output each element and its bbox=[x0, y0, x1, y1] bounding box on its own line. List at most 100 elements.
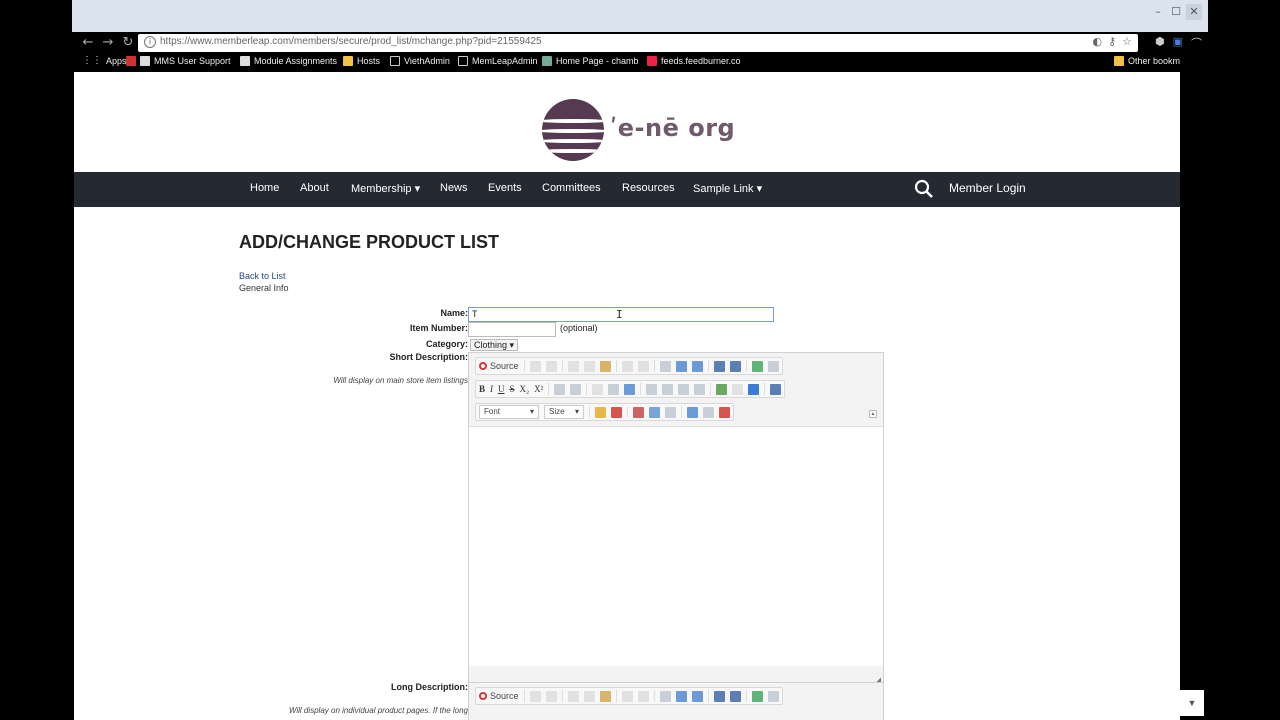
special-char-icon[interactable] bbox=[687, 406, 698, 418]
address-bar[interactable]: i https://www.memberleap.com/members/sec… bbox=[138, 34, 1138, 52]
nav-membership[interactable]: Membership ▾ bbox=[351, 182, 420, 195]
paste-icon[interactable] bbox=[599, 690, 611, 702]
div-icon[interactable] bbox=[633, 406, 644, 418]
category-select[interactable]: Clothing ▾ bbox=[470, 339, 519, 351]
align-right-icon[interactable] bbox=[678, 383, 690, 395]
select-all-icon[interactable] bbox=[713, 690, 725, 702]
new-page-icon[interactable] bbox=[545, 360, 557, 372]
indent-icon[interactable] bbox=[608, 383, 620, 395]
bookmark-feedburner[interactable]: feeds.feedburner.co bbox=[647, 56, 741, 66]
numbered-list-icon[interactable] bbox=[554, 383, 566, 395]
forward-arrow-icon[interactable]: → bbox=[100, 35, 116, 51]
nav-home[interactable]: Home bbox=[250, 182, 279, 194]
bookmark-memleapadmin[interactable]: MemLeapAdmin bbox=[458, 56, 538, 66]
image-icon[interactable] bbox=[729, 690, 741, 702]
align-left-icon[interactable] bbox=[646, 383, 658, 395]
nav-news[interactable]: News bbox=[440, 182, 468, 194]
info-icon[interactable]: i bbox=[144, 36, 156, 48]
key-icon[interactable]: ⚷ bbox=[1108, 35, 1116, 48]
nav-committees[interactable]: Committees bbox=[542, 182, 601, 194]
back-to-list-link[interactable]: Back to List bbox=[239, 271, 286, 281]
back-arrow-icon[interactable]: ← bbox=[80, 35, 96, 51]
logo-mark[interactable] bbox=[542, 99, 604, 161]
undo-icon[interactable] bbox=[621, 690, 633, 702]
close-button[interactable]: ✕ bbox=[1186, 4, 1202, 20]
show-blocks-icon[interactable] bbox=[767, 360, 779, 372]
strike-button[interactable]: S bbox=[510, 384, 515, 394]
horizontal-rule-icon[interactable] bbox=[665, 406, 676, 418]
source-button[interactable]: Source bbox=[479, 691, 519, 701]
collapse-toolbar-icon[interactable]: ▲ bbox=[869, 410, 877, 418]
image-icon[interactable] bbox=[729, 360, 741, 372]
redo-icon[interactable] bbox=[637, 360, 649, 372]
bookmark-hosts[interactable]: Hosts bbox=[343, 56, 380, 66]
styles-icon[interactable] bbox=[595, 406, 606, 418]
scroll-down-arrow-icon[interactable]: ▼ bbox=[1180, 690, 1204, 716]
nav-sample-link[interactable]: Sample Link ▾ bbox=[693, 182, 762, 195]
save-icon[interactable] bbox=[529, 690, 541, 702]
outdent-icon[interactable] bbox=[592, 383, 604, 395]
subscript-button[interactable]: X₂ bbox=[520, 384, 530, 394]
copy-icon[interactable] bbox=[583, 360, 595, 372]
bookmark-apps[interactable]: ⋮⋮ Apps bbox=[82, 56, 127, 67]
member-login-link[interactable]: Member Login bbox=[949, 181, 1026, 195]
font-dropdown[interactable]: Font ▾ bbox=[479, 405, 539, 419]
nav-about[interactable]: About bbox=[300, 182, 329, 194]
logo-text[interactable]: ʹe-nē org bbox=[610, 114, 735, 142]
blockquote-icon[interactable] bbox=[624, 383, 636, 395]
cut-icon[interactable] bbox=[567, 690, 579, 702]
select-all-icon[interactable] bbox=[713, 360, 725, 372]
extension-screen-icon[interactable]: ▣ bbox=[1173, 35, 1183, 51]
source-button[interactable]: Source bbox=[479, 361, 519, 371]
cut-icon[interactable] bbox=[567, 360, 579, 372]
short-description-content[interactable] bbox=[469, 426, 883, 666]
reload-icon[interactable]: ↻ bbox=[120, 35, 136, 51]
find-icon[interactable] bbox=[659, 690, 671, 702]
bookmark-viethadmin[interactable]: ViethAdmin bbox=[390, 56, 450, 66]
item-number-input[interactable] bbox=[468, 322, 556, 337]
spellcheck-icon[interactable] bbox=[691, 690, 703, 702]
address-url[interactable]: https://www.memberleap.com/members/secur… bbox=[160, 36, 542, 47]
link-icon[interactable] bbox=[716, 383, 728, 395]
maximize-button[interactable]: ☐ bbox=[1168, 4, 1184, 20]
anchor-flag-icon[interactable] bbox=[748, 383, 760, 395]
unlink-icon[interactable] bbox=[732, 383, 744, 395]
bookmark-module-assignments[interactable]: Module Assignments bbox=[240, 56, 337, 66]
show-blocks-icon[interactable] bbox=[767, 690, 779, 702]
undo-icon[interactable] bbox=[621, 360, 633, 372]
youtube-icon[interactable] bbox=[719, 406, 730, 418]
spellcheck-icon[interactable] bbox=[691, 360, 703, 372]
bookmark-home-page[interactable]: Home Page - chamb bbox=[542, 56, 639, 66]
replace-icon[interactable] bbox=[675, 360, 687, 372]
superscript-button[interactable]: X² bbox=[534, 384, 543, 394]
size-dropdown[interactable]: Size ▾ bbox=[544, 405, 584, 419]
template-icon[interactable] bbox=[770, 383, 782, 395]
bookmark-mms-user-support[interactable]: MMS User Support bbox=[126, 56, 231, 66]
star-icon[interactable]: ☆ bbox=[1122, 35, 1132, 48]
italic-button[interactable]: I bbox=[490, 384, 493, 394]
shield-icon[interactable]: ◐ bbox=[1092, 35, 1102, 48]
bookmark-other[interactable]: Other bookm bbox=[1114, 56, 1180, 66]
minimize-button[interactable]: – bbox=[1150, 4, 1166, 20]
table-icon[interactable] bbox=[611, 406, 622, 418]
maximize-icon[interactable] bbox=[751, 690, 763, 702]
nav-resources[interactable]: Resources bbox=[622, 182, 675, 194]
replace-icon[interactable] bbox=[675, 690, 687, 702]
extension-wave-icon[interactable]: ⌒ bbox=[1191, 35, 1202, 51]
new-page-icon[interactable] bbox=[545, 690, 557, 702]
redo-icon[interactable] bbox=[637, 690, 649, 702]
extension-hex-icon[interactable]: ⬢ bbox=[1155, 35, 1165, 51]
save-icon[interactable] bbox=[529, 360, 541, 372]
underline-button[interactable]: U bbox=[498, 384, 505, 394]
search-icon[interactable] bbox=[914, 179, 934, 199]
bulleted-list-icon[interactable] bbox=[570, 383, 582, 395]
copy-icon[interactable] bbox=[583, 690, 595, 702]
maximize-icon[interactable] bbox=[751, 360, 763, 372]
align-center-icon[interactable] bbox=[662, 383, 674, 395]
iframe-icon[interactable] bbox=[649, 406, 660, 418]
find-icon[interactable] bbox=[659, 360, 671, 372]
paste-icon[interactable] bbox=[599, 360, 611, 372]
bold-button[interactable]: B bbox=[479, 384, 485, 394]
nav-events[interactable]: Events bbox=[488, 182, 522, 194]
page-break-icon[interactable] bbox=[703, 406, 714, 418]
